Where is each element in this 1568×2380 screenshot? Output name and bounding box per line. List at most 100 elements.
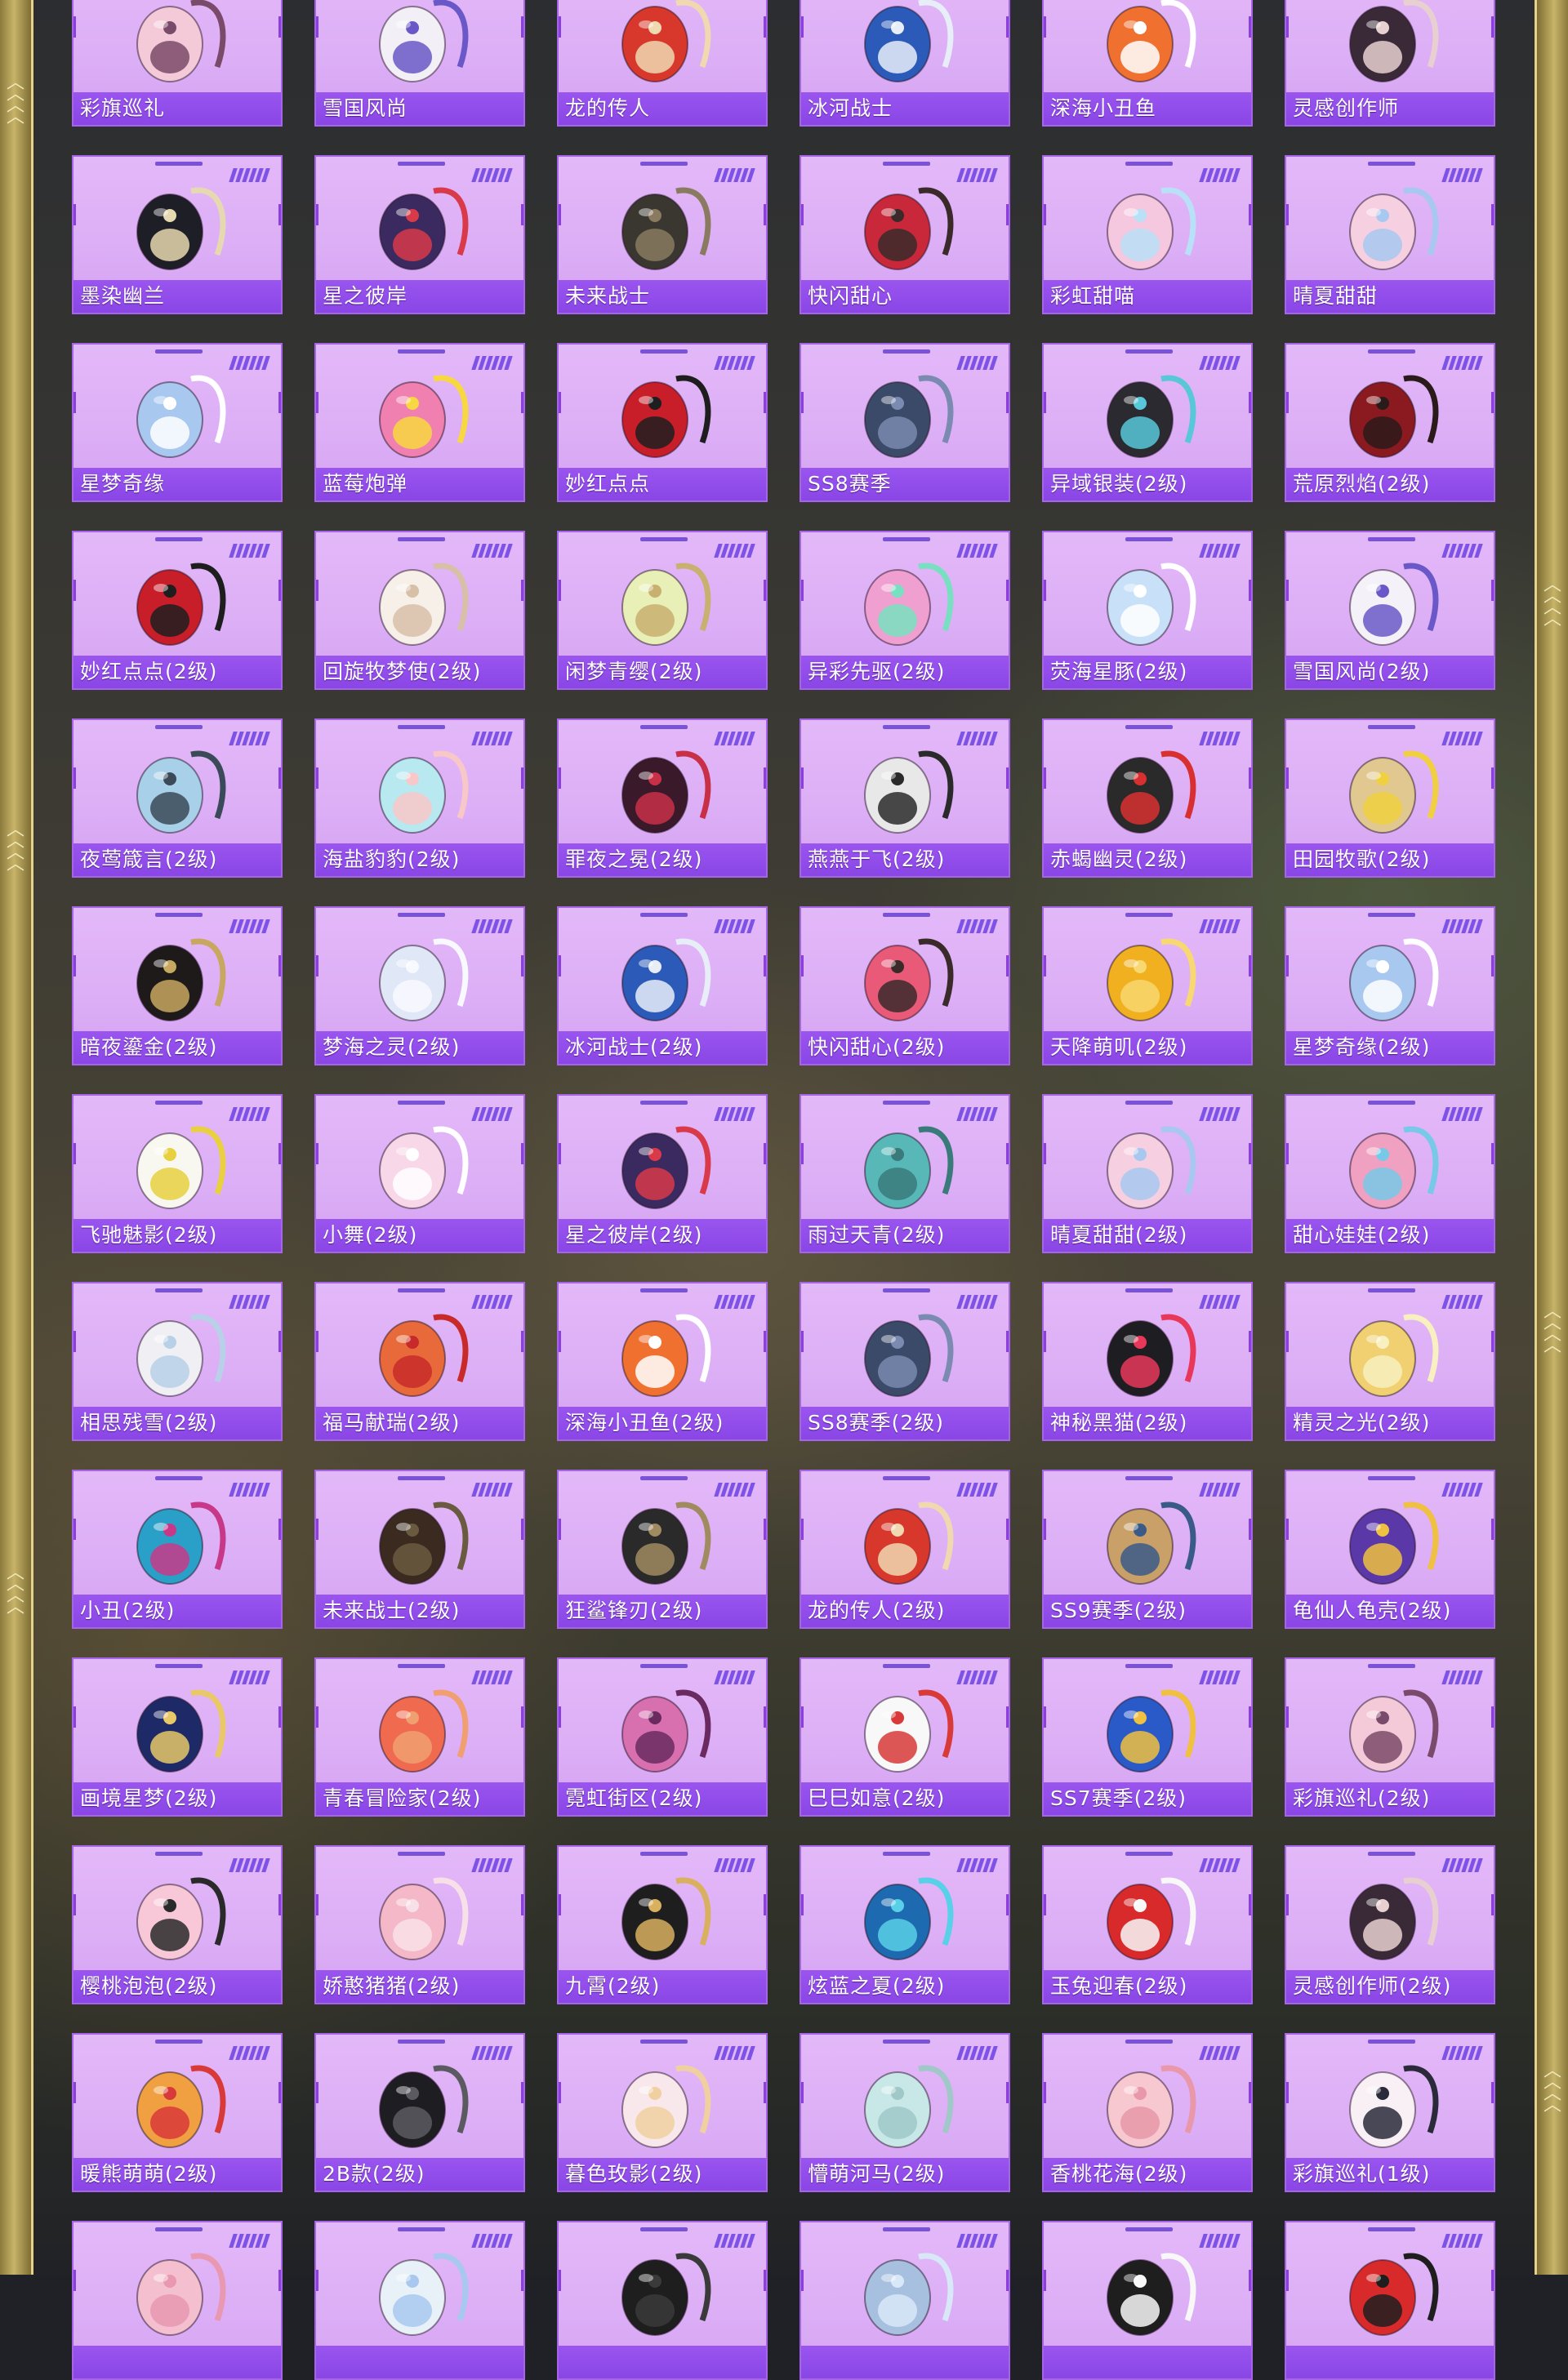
backpack-card[interactable]: 暮色玫影(2级) bbox=[557, 2033, 768, 2192]
backpack-card[interactable]: 星之彼岸 bbox=[314, 155, 525, 314]
backpack-card[interactable]: 冰河战士 bbox=[800, 0, 1010, 127]
backpack-card[interactable]: 燕燕于飞(2级) bbox=[800, 718, 1010, 878]
backpack-card[interactable]: 荧海星豚(2级) bbox=[1042, 531, 1253, 690]
card-top-bar bbox=[1125, 162, 1173, 166]
backpack-card[interactable]: 未来战士 bbox=[557, 155, 768, 314]
backpack-card[interactable]: 暗夜鎏金(2级) bbox=[72, 906, 283, 1065]
backpack-card[interactable]: 玉兔迎春(2级) bbox=[1042, 1845, 1253, 2004]
backpack-card[interactable]: 神秘黑猫(2级) bbox=[1042, 1282, 1253, 1441]
backpack-icon bbox=[379, 1501, 469, 1585]
backpack-icon bbox=[1349, 1877, 1439, 1960]
backpack-card[interactable]: 2B款(2级) bbox=[314, 2033, 525, 2192]
card-top-bar bbox=[155, 1664, 203, 1668]
backpack-card[interactable]: 异域银装(2级) bbox=[1042, 343, 1253, 502]
backpack-card[interactable]: 霓虹街区(2级) bbox=[557, 1657, 768, 1817]
backpack-card[interactable]: 妙红点点 bbox=[557, 343, 768, 502]
backpack-card[interactable] bbox=[314, 2221, 525, 2380]
item-name-label: 甜心娃娃(2级) bbox=[1286, 1219, 1494, 1252]
backpack-card[interactable]: 雪国风尚 bbox=[314, 0, 525, 127]
backpack-icon bbox=[1349, 1689, 1439, 1773]
backpack-card[interactable]: SS8赛季(2级) bbox=[800, 1282, 1010, 1441]
backpack-card[interactable]: 福马献瑞(2级) bbox=[314, 1282, 525, 1441]
backpack-card[interactable]: 蓝莓炮弹 bbox=[314, 343, 525, 502]
backpack-card[interactable]: 快闪甜心(2级) bbox=[800, 906, 1010, 1065]
backpack-card[interactable]: 雪国风尚(2级) bbox=[1285, 531, 1495, 690]
backpack-card[interactable]: 精灵之光(2级) bbox=[1285, 1282, 1495, 1441]
card-top-bar bbox=[1368, 1476, 1415, 1480]
backpack-card[interactable]: 妙红点点(2级) bbox=[72, 531, 283, 690]
card-top-bar bbox=[640, 1664, 688, 1668]
backpack-card[interactable]: 天降萌叽(2级) bbox=[1042, 906, 1253, 1065]
backpack-card[interactable]: 相思残雪(2级) bbox=[72, 1282, 283, 1441]
backpack-card[interactable]: 异彩先驱(2级) bbox=[800, 531, 1010, 690]
backpack-card[interactable]: 雨过天青(2级) bbox=[800, 1094, 1010, 1253]
backpack-card[interactable]: 彩旗巡礼 bbox=[72, 0, 283, 127]
card-top-bar bbox=[1368, 162, 1415, 166]
backpack-card[interactable]: 闲梦青缨(2级) bbox=[557, 531, 768, 690]
backpack-card[interactable]: 星梦奇缘(2级) bbox=[1285, 906, 1495, 1065]
backpack-card[interactable]: 荒原烈焰(2级) bbox=[1285, 343, 1495, 502]
backpack-card[interactable]: 小舞(2级) bbox=[314, 1094, 525, 1253]
backpack-card[interactable]: 深海小丑鱼(2级) bbox=[557, 1282, 768, 1441]
backpack-card[interactable]: 青春冒险家(2级) bbox=[314, 1657, 525, 1817]
backpack-card[interactable]: 甜心娃娃(2级) bbox=[1285, 1094, 1495, 1253]
backpack-card[interactable]: 九霄(2级) bbox=[557, 1845, 768, 2004]
backpack-card[interactable] bbox=[72, 2221, 283, 2380]
chevron-up-icon: ︿ ︿ ︿ ︿ bbox=[7, 1563, 25, 1617]
item-name-label: 巳巳如意(2级) bbox=[801, 1782, 1009, 1815]
backpack-card[interactable]: SS7赛季(2级) bbox=[1042, 1657, 1253, 1817]
card-top-bar bbox=[1368, 1101, 1415, 1105]
backpack-card[interactable]: 快闪甜心 bbox=[800, 155, 1010, 314]
backpack-card[interactable]: 未来战士(2级) bbox=[314, 1470, 525, 1629]
backpack-card[interactable]: 回旋牧梦使(2级) bbox=[314, 531, 525, 690]
backpack-card[interactable]: 星之彼岸(2级) bbox=[557, 1094, 768, 1253]
backpack-card[interactable]: 龙的传人 bbox=[557, 0, 768, 127]
backpack-card[interactable]: 狂鲨锋刃(2级) bbox=[557, 1470, 768, 1629]
backpack-card[interactable] bbox=[800, 2221, 1010, 2380]
backpack-card[interactable]: 灵感创作师(2级) bbox=[1285, 1845, 1495, 2004]
backpack-icon bbox=[379, 938, 469, 1021]
card-top-bar bbox=[640, 725, 688, 729]
backpack-card[interactable]: 香桃花海(2级) bbox=[1042, 2033, 1253, 2192]
backpack-card[interactable] bbox=[557, 2221, 768, 2380]
backpack-card[interactable]: 罪夜之冕(2级) bbox=[557, 718, 768, 878]
card-top-bar bbox=[883, 2040, 930, 2044]
backpack-card[interactable]: SS8赛季 bbox=[800, 343, 1010, 502]
backpack-card[interactable]: 彩旗巡礼(2级) bbox=[1285, 1657, 1495, 1817]
right-frame-line bbox=[1535, 0, 1537, 2275]
backpack-card[interactable]: 晴夏甜甜 bbox=[1285, 155, 1495, 314]
backpack-card[interactable]: 田园牧歌(2级) bbox=[1285, 718, 1495, 878]
backpack-card[interactable]: 灵感创作师 bbox=[1285, 0, 1495, 127]
backpack-card[interactable]: 海盐豹豹(2级) bbox=[314, 718, 525, 878]
backpack-card[interactable]: 墨染幽兰 bbox=[72, 155, 283, 314]
backpack-card[interactable]: 晴夏甜甜(2级) bbox=[1042, 1094, 1253, 1253]
backpack-card[interactable]: 赤蝎幽灵(2级) bbox=[1042, 718, 1253, 878]
backpack-card[interactable]: 画境星梦(2级) bbox=[72, 1657, 283, 1817]
backpack-card[interactable]: 夜莺箴言(2级) bbox=[72, 718, 283, 878]
backpack-card[interactable]: 龟仙人龟壳(2级) bbox=[1285, 1470, 1495, 1629]
item-name-label: 小舞(2级) bbox=[316, 1219, 523, 1252]
backpack-card[interactable]: 懵萌河马(2级) bbox=[800, 2033, 1010, 2192]
backpack-card[interactable]: 飞驰魅影(2级) bbox=[72, 1094, 283, 1253]
backpack-card[interactable]: 娇憨猪猪(2级) bbox=[314, 1845, 525, 2004]
chevron-up-icon: ︿ ︿ ︿ ︿ bbox=[1543, 1301, 1561, 1356]
backpack-card[interactable]: 冰河战士(2级) bbox=[557, 906, 768, 1065]
backpack-card[interactable]: 樱桃泡泡(2级) bbox=[72, 1845, 283, 2004]
backpack-icon bbox=[864, 2253, 954, 2336]
backpack-card[interactable]: 梦海之灵(2级) bbox=[314, 906, 525, 1065]
backpack-card[interactable]: 彩虹甜喵 bbox=[1042, 155, 1253, 314]
backpack-card[interactable]: 深海小丑鱼 bbox=[1042, 0, 1253, 127]
backpack-card[interactable]: SS9赛季(2级) bbox=[1042, 1470, 1253, 1629]
backpack-card[interactable]: 暖熊萌萌(2级) bbox=[72, 2033, 283, 2192]
item-name-label: SS8赛季 bbox=[801, 468, 1009, 500]
backpack-icon bbox=[379, 2253, 469, 2336]
backpack-card[interactable]: 星梦奇缘 bbox=[72, 343, 283, 502]
backpack-card[interactable]: 小丑(2级) bbox=[72, 1470, 283, 1629]
backpack-card[interactable] bbox=[1042, 2221, 1253, 2380]
backpack-card[interactable]: 炫蓝之夏(2级) bbox=[800, 1845, 1010, 2004]
card-top-bar bbox=[155, 2040, 203, 2044]
backpack-card[interactable]: 彩旗巡礼(1级) bbox=[1285, 2033, 1495, 2192]
backpack-card[interactable]: 龙的传人(2级) bbox=[800, 1470, 1010, 1629]
backpack-card[interactable]: 巳巳如意(2级) bbox=[800, 1657, 1010, 1817]
backpack-card[interactable] bbox=[1285, 2221, 1495, 2380]
